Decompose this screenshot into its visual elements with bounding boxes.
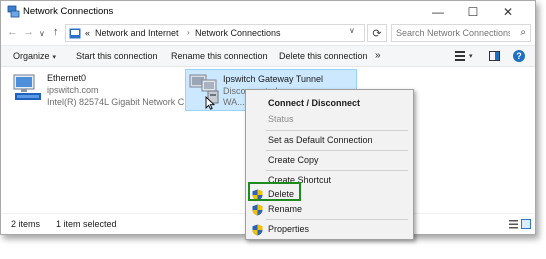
- delete-connection-button[interactable]: Delete this connection: [279, 51, 368, 61]
- breadcrumb-separator[interactable]: ›: [187, 28, 190, 37]
- ethernet-adapter-icon: [13, 74, 41, 100]
- details-view-icon[interactable]: [509, 220, 518, 229]
- forward-arrow-icon[interactable]: →: [23, 26, 34, 38]
- menu-separator: [266, 150, 408, 151]
- menu-item-status[interactable]: Status: [248, 111, 412, 129]
- menu-item-label: Properties: [268, 224, 310, 234]
- menu-item-set-default[interactable]: Set as Default Connection: [248, 132, 412, 150]
- window-title: Network Connections: [23, 6, 114, 17]
- up-arrow-icon[interactable]: ↑: [53, 26, 59, 38]
- connection-status: ipswitch.com: [47, 85, 99, 95]
- mouse-cursor-icon: [205, 96, 215, 110]
- shield-icon: [252, 224, 263, 236]
- address-bar: ← → ∨ ↑ « Network and Internet › Network…: [1, 23, 535, 43]
- change-view-icon[interactable]: [455, 51, 465, 61]
- connection-device: WA...: [223, 97, 245, 107]
- rename-connection-button[interactable]: Rename this connection: [171, 51, 268, 61]
- address-dropdown-icon[interactable]: ∨: [349, 26, 355, 35]
- search-box[interactable]: ⌕: [391, 24, 531, 42]
- maximize-button[interactable]: ☐: [456, 1, 490, 23]
- refresh-icon[interactable]: ⟳: [367, 24, 387, 42]
- breadcrumb-network-connections[interactable]: Network Connections: [195, 28, 281, 38]
- vpn-adapter-icon: [189, 74, 219, 104]
- search-icon[interactable]: ⌕: [520, 27, 526, 38]
- start-connection-button[interactable]: Start this connection: [76, 51, 158, 61]
- breadcrumb-overflow[interactable]: «: [85, 28, 90, 38]
- menu-item-label: Create Copy: [268, 155, 319, 165]
- network-connections-icon: [7, 5, 20, 18]
- recent-locations-chevron-icon[interactable]: ∨: [39, 29, 45, 38]
- connection-name: Ethernet0: [47, 73, 87, 83]
- title-bar[interactable]: Network Connections — ☐ ✕: [1, 1, 535, 23]
- menu-item-rename[interactable]: Rename: [248, 201, 412, 219]
- command-bar: Organize ▾ Start this connection Rename t…: [1, 45, 535, 67]
- search-input[interactable]: [392, 25, 510, 41]
- minimize-button[interactable]: —: [421, 1, 455, 23]
- menu-item-create-copy[interactable]: Create Copy: [248, 152, 412, 170]
- close-button[interactable]: ✕: [491, 1, 525, 23]
- context-menu: Connect / Disconnect Status Set as Defau…: [245, 89, 414, 240]
- menu-item-label: Set as Default Connection: [268, 135, 373, 145]
- organize-button[interactable]: Organize ▾: [13, 51, 56, 61]
- menu-separator: [266, 219, 408, 220]
- menu-item-label: Rename: [268, 204, 303, 214]
- breadcrumb-network-and-internet[interactable]: Network and Internet: [95, 28, 179, 38]
- view-options-dropdown-icon[interactable]: ▾: [469, 52, 473, 60]
- large-icons-view-icon[interactable]: [521, 219, 531, 229]
- back-arrow-icon[interactable]: ←: [7, 26, 18, 38]
- menu-item-label: Connect / Disconnect: [268, 98, 361, 108]
- menu-separator: [266, 170, 408, 171]
- menu-item-properties[interactable]: Properties: [248, 221, 412, 239]
- connection-device: Intel(R) 82574L Gigabit Network C...: [47, 97, 192, 107]
- location-icon: [69, 28, 81, 39]
- organize-label: Organize: [13, 51, 50, 61]
- address-box[interactable]: « Network and Internet › Network Connect…: [65, 24, 365, 42]
- more-commands-button[interactable]: »: [375, 50, 381, 61]
- connection-name: Ipswitch Gateway Tunnel: [223, 74, 324, 84]
- menu-separator: [266, 130, 408, 131]
- connection-ethernet0[interactable]: Ethernet0 ipswitch.com Intel(R) 82574L G…: [9, 71, 192, 111]
- item-count: 2 items: [11, 219, 41, 229]
- delete-highlight-box: [248, 182, 301, 201]
- chevron-down-icon: ▾: [52, 54, 57, 61]
- preview-pane-icon[interactable]: [489, 51, 500, 61]
- selection-count: 1 item selected: [56, 219, 117, 229]
- shield-icon: [252, 204, 263, 216]
- menu-item-label: Status: [268, 114, 294, 124]
- help-icon[interactable]: ?: [513, 50, 525, 62]
